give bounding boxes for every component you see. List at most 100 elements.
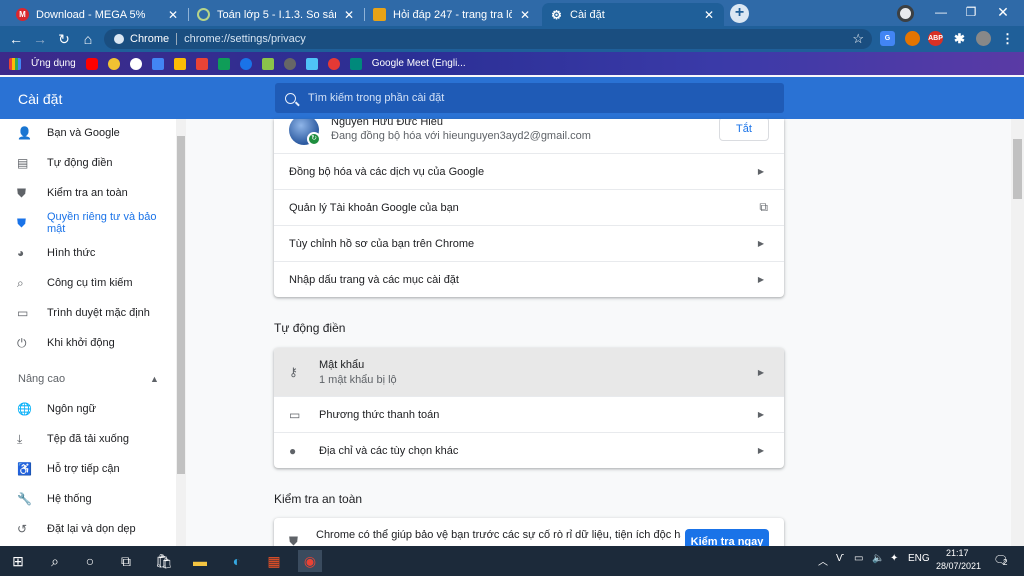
sidebar-item-accessibility[interactable]: ♿ Hỗ trợ tiếp cận (0, 455, 175, 483)
autofill-section-title: Tự động điền (274, 321, 346, 335)
tab-title: Toán lớp 5 - I.1.3. So sánh hai phân (217, 8, 336, 21)
tab-mega[interactable]: M Download - MEGA 5% ✕ (8, 3, 188, 26)
new-tab-button[interactable]: + (730, 4, 749, 23)
caret-up-icon[interactable]: ▲ (150, 374, 159, 384)
google-icon[interactable] (129, 57, 142, 70)
manage-account-row[interactable]: Quản lý Tài khoản Google của bạn ⧉ (274, 189, 784, 225)
sidebar-item-label: Hình thức (47, 247, 96, 259)
minimize-icon[interactable]: — (928, 3, 954, 21)
network-icon[interactable]: ✦ (890, 553, 898, 564)
sidebar-item-appearance[interactable]: ◕ Hình thức (0, 239, 175, 267)
row-label: Phương thức thanh toán (319, 408, 440, 421)
tray-icon[interactable]: Ѵ (836, 553, 844, 564)
sidebar-item-safety-check[interactable]: ⛊ Kiểm tra an toàn (0, 179, 175, 207)
clock-date[interactable]: 28/07/2021 (936, 561, 981, 571)
edge-icon[interactable]: ◐ (225, 550, 249, 572)
settings-search-input[interactable]: Tìm kiếm trong phần cài đặt (275, 83, 784, 113)
gmail-icon[interactable] (195, 57, 208, 70)
back-arrow-icon[interactable]: ← (7, 30, 25, 48)
translate-extension-icon[interactable]: G (880, 31, 895, 46)
customize-profile-row[interactable]: Tùy chỉnh hồ sơ của bạn trên Chrome ▶ (274, 225, 784, 261)
clock-time[interactable]: 21:17 (946, 548, 969, 558)
turn-off-sync-button[interactable]: Tắt (719, 119, 769, 141)
meet-bookmark[interactable]: Google Meet (Engli... (372, 58, 466, 69)
sidebar-scrollbar-thumb[interactable] (177, 136, 185, 474)
advanced-section-toggle[interactable]: Nâng cao (18, 373, 65, 385)
close-window-icon[interactable]: ✕ (990, 3, 1016, 21)
file-explorer-icon[interactable]: ▬ (188, 550, 212, 572)
store-icon[interactable]: 🛍 (152, 550, 176, 572)
close-icon[interactable]: ✕ (518, 8, 532, 22)
cortana-icon[interactable]: ○ (78, 550, 102, 572)
reload-icon[interactable]: ↻ (55, 30, 73, 48)
notification-count: 2 (1003, 558, 1008, 567)
youtube-icon[interactable] (85, 57, 98, 70)
profile-avatar[interactable] (897, 5, 914, 22)
safety-check-text: Chrome có thể giúp bảo vệ bạn trước các … (316, 529, 681, 541)
close-icon[interactable]: ✕ (342, 8, 356, 22)
bookmark-icon[interactable] (107, 57, 120, 70)
import-bookmarks-row[interactable]: Nhập dấu trang và các mục cài đặt ▶ (274, 261, 784, 297)
search-icon[interactable]: ⌕ (43, 550, 67, 572)
sidebar-item-label: Trình duyệt mặc định (47, 307, 150, 319)
close-icon[interactable]: ✕ (166, 8, 180, 22)
sidebar-item-search-engine[interactable]: ⌕ Công cụ tìm kiếm (0, 269, 175, 297)
bookmark-icon[interactable] (305, 57, 318, 70)
drive-icon[interactable] (173, 57, 186, 70)
main-scrollbar-thumb[interactable] (1013, 139, 1022, 199)
search-icon: ⌕ (17, 275, 24, 290)
sync-icon: ↻ (307, 132, 321, 146)
apps-grid-icon[interactable] (9, 57, 21, 70)
translate-icon[interactable] (151, 57, 164, 70)
meet-icon[interactable] (349, 57, 362, 70)
forward-arrow-icon[interactable]: → (31, 30, 49, 48)
passwords-row[interactable]: ⚷ Mật khẩu 1 mật khẩu bị lộ ▶ (274, 348, 784, 396)
sync-services-row[interactable]: Đồng bộ hóa và các dịch vụ của Google ▶ (274, 153, 784, 189)
apps-bookmark[interactable]: Ứng dụng (31, 58, 76, 69)
office-icon[interactable]: ▦ (262, 550, 286, 572)
sidebar-item-downloads[interactable]: ⤓ Tệp đã tải xuống (0, 425, 175, 453)
globe-icon: 🌐 (17, 402, 32, 416)
page-title: Cài đặt (18, 91, 63, 107)
payment-methods-row[interactable]: ▭ Phương thức thanh toán ▶ (274, 396, 784, 432)
sidebar-item-you-and-google[interactable]: 👤 Bạn và Google (0, 119, 175, 147)
sheets-icon[interactable] (217, 57, 230, 70)
sidebar-item-languages[interactable]: 🌐 Ngôn ngữ (0, 395, 175, 423)
puzzle-extensions-icon[interactable]: ✱ (952, 31, 967, 46)
adblock-icon[interactable]: ABP (928, 31, 943, 46)
restore-window-icon[interactable]: ❐ (958, 3, 984, 21)
sidebar-item-system[interactable]: 🔧 Hệ thống (0, 485, 175, 513)
profile-icon[interactable] (976, 31, 991, 46)
task-view-icon[interactable]: ⧉ (114, 550, 138, 572)
chevron-up-icon[interactable]: ︿ (818, 553, 828, 568)
tab-hoi-dap-247[interactable]: Hỏi đáp 247 - trang tra lời ✕ (365, 3, 540, 26)
sidebar-item-default-browser[interactable]: ▭ Trình duyệt mặc định (0, 299, 175, 327)
windows-start-icon[interactable]: ⊞ (6, 550, 30, 572)
sidebar-item-privacy[interactable]: ⛊ Quyền riêng tư và bảo mật (0, 209, 175, 237)
monitor-icon[interactable]: ▭ (854, 553, 863, 564)
account-name: Nguyễn Hữu Đức Hiếu (331, 119, 443, 128)
close-icon[interactable]: ✕ (702, 8, 716, 22)
language-indicator[interactable]: ENG (908, 553, 930, 564)
row-label: Địa chỉ và các tùy chọn khác (319, 444, 459, 457)
sidebar-item-autofill[interactable]: ▤ Tự động điền (0, 149, 175, 177)
tab-settings[interactable]: ⚙ Cài đặt ✕ (542, 3, 724, 26)
menu-dots-icon[interactable]: ⋮ (1000, 31, 1015, 46)
address-bar[interactable]: Chrome chrome://settings/privacy ☆ (104, 29, 872, 49)
bookmark-icon[interactable] (239, 57, 252, 70)
bookmark-icon[interactable] (261, 57, 274, 70)
star-bookmark-icon[interactable]: ☆ (852, 31, 864, 47)
you-and-google-card: ↻ Nguyễn Hữu Đức Hiếu Đang đồng bộ hóa v… (274, 119, 784, 297)
sidebar-item-label: Ngôn ngữ (47, 403, 96, 415)
sidebar-item-on-startup[interactable]: ⏻ Khi khởi động (0, 329, 175, 357)
volume-icon[interactable]: 🔈 (872, 553, 884, 564)
tab-toan-lop-5[interactable]: Toán lớp 5 - I.1.3. So sánh hai phân ✕ (189, 3, 364, 26)
chrome-taskbar-icon[interactable]: ◉ (298, 550, 322, 572)
addresses-row[interactable]: ● Địa chỉ và các tùy chọn khác ▶ (274, 432, 784, 468)
bookmark-icon[interactable] (327, 57, 340, 70)
omnibox-separator (176, 33, 178, 45)
extension-icon[interactable] (905, 31, 920, 46)
sidebar-item-reset[interactable]: ↺ Đặt lại và dọn dẹp (0, 515, 175, 543)
bookmark-icon[interactable] (283, 57, 296, 70)
home-icon[interactable]: ⌂ (79, 30, 97, 48)
